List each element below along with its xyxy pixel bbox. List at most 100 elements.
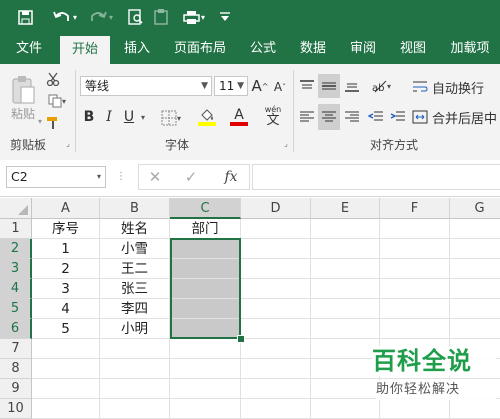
print-preview-icon[interactable]	[124, 6, 146, 28]
cell-g3[interactable]	[450, 259, 500, 279]
tab-formulas[interactable]: 公式	[240, 34, 286, 64]
cell-d8[interactable]	[241, 359, 311, 379]
cell-g2[interactable]	[450, 239, 500, 259]
orientation-icon[interactable]: ab ▾	[366, 76, 396, 96]
wrap-text-button[interactable]: 自动换行	[412, 76, 500, 98]
cell-b10[interactable]	[100, 399, 170, 419]
clipboard-icon[interactable]	[150, 6, 172, 28]
column-header-f[interactable]: F	[380, 198, 450, 219]
column-header-b[interactable]: B	[100, 198, 170, 219]
tab-insert[interactable]: 插入	[114, 34, 160, 64]
cell-c8[interactable]	[170, 359, 241, 379]
cell-b6[interactable]: 小明	[100, 319, 170, 339]
row-header-1[interactable]: 1	[0, 219, 32, 239]
align-center-icon[interactable]	[318, 104, 340, 130]
column-header-d[interactable]: D	[241, 198, 311, 219]
cell-f4[interactable]	[380, 279, 450, 299]
cell-d3[interactable]	[241, 259, 311, 279]
formula-bar-grip-icon[interactable]: ⋮	[116, 170, 126, 184]
shrink-font-icon[interactable]: Aˇ	[270, 78, 290, 96]
cell-c3[interactable]	[170, 259, 241, 279]
select-all-corner[interactable]	[0, 198, 32, 219]
cell-c2[interactable]	[170, 239, 241, 259]
font-color-button[interactable]: A	[224, 106, 254, 128]
column-header-c[interactable]: C	[170, 198, 241, 219]
cell-b2[interactable]: 小雪	[100, 239, 170, 259]
cell-g4[interactable]	[450, 279, 500, 299]
cell-a7[interactable]	[32, 339, 100, 359]
row-header-8[interactable]: 8	[0, 359, 32, 379]
cell-a1[interactable]: 序号	[32, 219, 100, 239]
cell-a8[interactable]	[32, 359, 100, 379]
cell-c4[interactable]	[170, 279, 241, 299]
clipboard-launcher-icon[interactable]: ⌟	[64, 138, 72, 148]
cell-f5[interactable]	[380, 299, 450, 319]
underline-dropdown-icon[interactable]: ▾	[138, 106, 148, 128]
cell-a4[interactable]: 3	[32, 279, 100, 299]
cell-c5[interactable]	[170, 299, 241, 319]
cell-f3[interactable]	[380, 259, 450, 279]
cell-a6[interactable]: 5	[32, 319, 100, 339]
format-painter-icon[interactable]	[44, 114, 62, 132]
cell-b4[interactable]: 张三	[100, 279, 170, 299]
row-header-3[interactable]: 3	[0, 259, 32, 279]
cell-b9[interactable]	[100, 379, 170, 399]
cell-e5[interactable]	[311, 299, 380, 319]
tab-data[interactable]: 数据	[290, 34, 336, 64]
redo-icon[interactable]: ▾	[86, 6, 116, 28]
cell-g1[interactable]	[450, 219, 500, 239]
cell-d1[interactable]	[241, 219, 311, 239]
cell-a3[interactable]: 2	[32, 259, 100, 279]
cell-b7[interactable]	[100, 339, 170, 359]
cell-b5[interactable]: 李四	[100, 299, 170, 319]
name-box[interactable]: C2 ▾	[6, 166, 106, 188]
row-header-5[interactable]: 5	[0, 299, 32, 319]
cell-d10[interactable]	[241, 399, 311, 419]
cell-c10[interactable]	[170, 399, 241, 419]
column-header-a[interactable]: A	[32, 198, 100, 219]
italic-button[interactable]: I	[100, 106, 118, 128]
cell-f1[interactable]	[380, 219, 450, 239]
fill-color-button[interactable]	[192, 106, 222, 128]
cell-e3[interactable]	[311, 259, 380, 279]
cell-e2[interactable]	[311, 239, 380, 259]
grow-font-icon[interactable]: A ^	[250, 76, 270, 96]
tab-file[interactable]: 文件	[4, 34, 54, 64]
undo-icon[interactable]: ▾	[50, 6, 80, 28]
cell-d7[interactable]	[241, 339, 311, 359]
row-header-7[interactable]: 7	[0, 339, 32, 359]
row-header-10[interactable]: 10	[0, 399, 32, 419]
tab-add-ins[interactable]: 加载项	[440, 34, 500, 64]
align-bottom-icon[interactable]	[342, 76, 362, 96]
save-icon[interactable]	[14, 6, 36, 28]
formula-input[interactable]	[252, 164, 500, 190]
font-launcher-icon[interactable]: ⌟	[282, 138, 290, 148]
paste-button[interactable]: 粘贴 ▾	[6, 70, 42, 126]
cell-g5[interactable]	[450, 299, 500, 319]
cut-icon[interactable]	[44, 70, 62, 88]
underline-button[interactable]: U	[120, 106, 138, 128]
cell-d2[interactable]	[241, 239, 311, 259]
cell-f6[interactable]	[380, 319, 450, 339]
insert-function-icon[interactable]: fx	[219, 166, 243, 188]
tab-view[interactable]: 视图	[390, 34, 436, 64]
font-name-dropdown[interactable]: 等线 ▼	[80, 76, 212, 96]
bold-button[interactable]: B	[80, 106, 98, 128]
column-header-e[interactable]: E	[311, 198, 380, 219]
cell-a2[interactable]: 1	[32, 239, 100, 259]
cell-b8[interactable]	[100, 359, 170, 379]
cell-e6[interactable]	[311, 319, 380, 339]
cell-a5[interactable]: 4	[32, 299, 100, 319]
cell-c9[interactable]	[170, 379, 241, 399]
align-left-icon[interactable]	[297, 106, 317, 128]
enter-icon[interactable]: ✓	[181, 167, 201, 187]
decrease-indent-icon[interactable]	[366, 106, 386, 128]
cell-d4[interactable]	[241, 279, 311, 299]
printer-icon[interactable]: ▾	[180, 6, 208, 28]
copy-icon[interactable]: ▾	[44, 92, 70, 110]
cell-c7[interactable]	[170, 339, 241, 359]
cell-e4[interactable]	[311, 279, 380, 299]
cell-a9[interactable]	[32, 379, 100, 399]
cancel-icon[interactable]: ✕	[145, 167, 165, 187]
cell-e1[interactable]	[311, 219, 380, 239]
